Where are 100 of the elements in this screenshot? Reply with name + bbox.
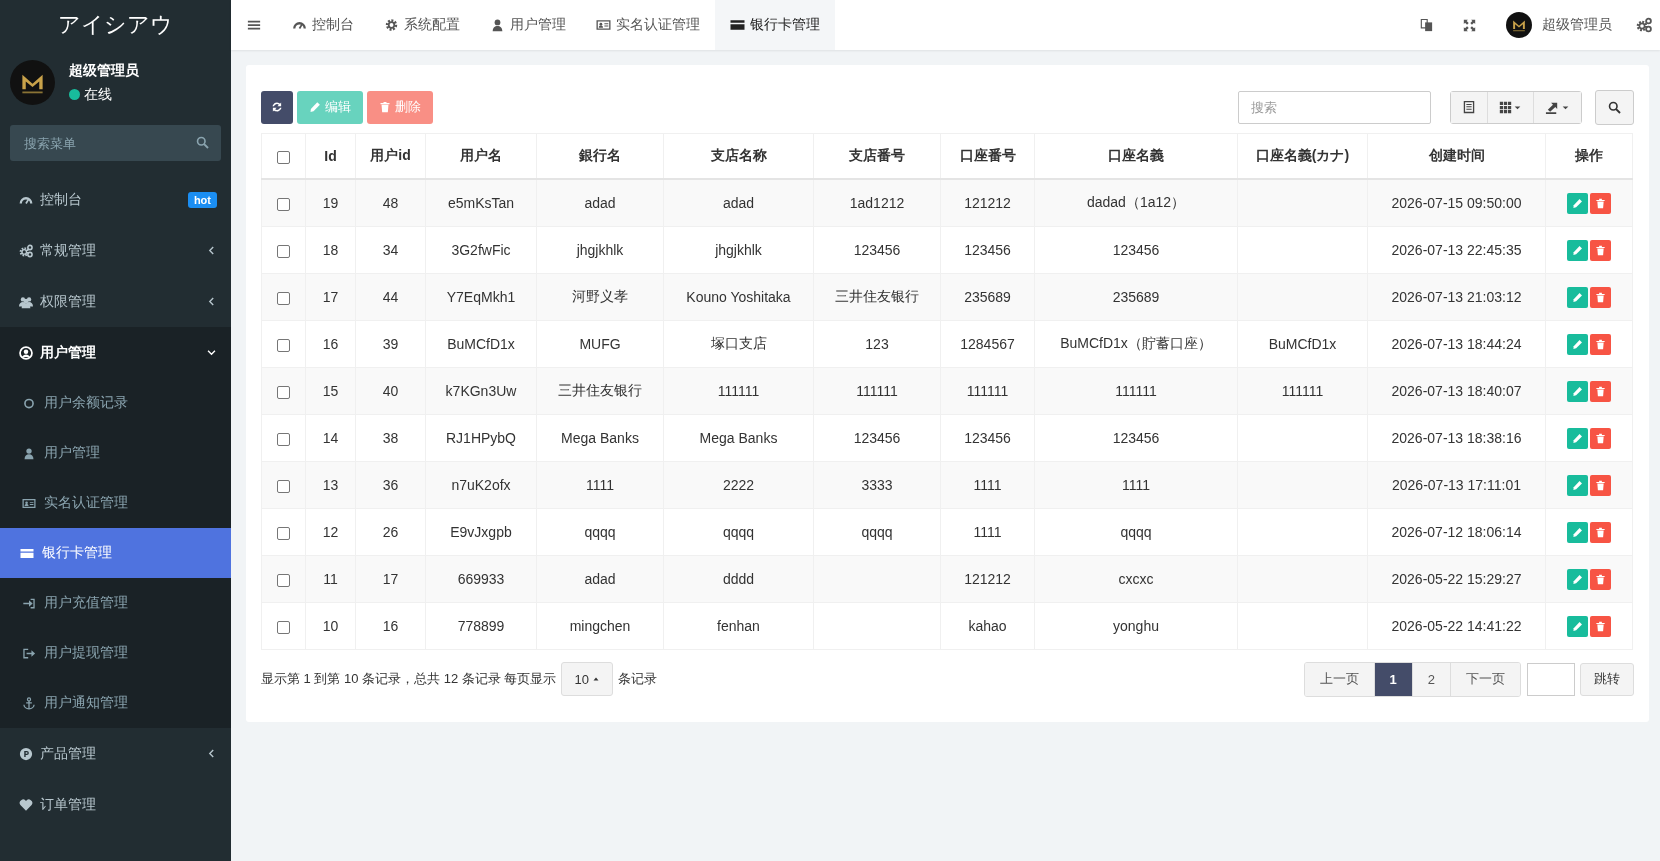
checkbox[interactable] xyxy=(277,338,290,352)
table-cell: Mega Banks xyxy=(663,414,814,462)
delete-button[interactable] xyxy=(1590,333,1611,355)
nav-tab[interactable]: 用户管理 xyxy=(475,0,581,50)
table-cell: 15 xyxy=(305,367,356,415)
edit-button[interactable] xyxy=(1567,427,1588,449)
jump-button[interactable]: 跳转 xyxy=(1580,662,1634,696)
chevron-icon xyxy=(206,347,217,358)
table-cell: jhgjkhlk xyxy=(536,226,664,274)
sidebar-item[interactable]: 常规管理 xyxy=(0,225,231,276)
edit-button[interactable] xyxy=(1567,521,1588,543)
table-cell: k7KGn3Uw xyxy=(425,367,537,415)
sidebar-subitem[interactable]: 用户充值管理 xyxy=(0,578,231,628)
nav-tab[interactable]: 控制台 xyxy=(277,0,369,50)
delete-button[interactable] xyxy=(1590,615,1611,637)
edit-button[interactable] xyxy=(1567,333,1588,355)
table-cell: adad xyxy=(663,179,814,227)
delete-button[interactable] xyxy=(1590,474,1611,496)
prev-page-button[interactable]: 上一页 xyxy=(1304,662,1374,696)
edit-button[interactable] xyxy=(1567,474,1588,496)
checkbox[interactable] xyxy=(277,432,290,446)
checkbox[interactable] xyxy=(277,291,290,305)
sidebar-subitem[interactable]: 实名认证管理 xyxy=(0,478,231,528)
checkbox[interactable] xyxy=(277,573,290,587)
sidebar-item[interactable]: 控制台 hot xyxy=(0,174,231,225)
delete-button[interactable] xyxy=(1590,192,1611,214)
sidebar-subitem[interactable]: 用户提现管理 xyxy=(0,628,231,678)
table-cell: 123456 xyxy=(940,414,1035,462)
table-cell: qqqq xyxy=(813,508,941,556)
user-status: 在线 xyxy=(84,85,112,104)
table-cell: 669933 xyxy=(425,555,537,603)
edit-button[interactable] xyxy=(1567,615,1588,637)
table-cell: 235689 xyxy=(940,273,1035,321)
gear-icon xyxy=(384,18,399,32)
nav-tab[interactable]: 银行卡管理 xyxy=(715,0,835,50)
pencil-icon xyxy=(1572,338,1583,350)
user-menu[interactable]: 超级管理员 xyxy=(1491,0,1632,50)
columns-button[interactable] xyxy=(1487,91,1533,123)
refresh-icon xyxy=(271,101,283,113)
edit-button[interactable] xyxy=(1567,380,1588,402)
table-cell: 3333 xyxy=(813,461,941,509)
table-cell: cxcxc xyxy=(1034,555,1238,603)
table-cell: 18 xyxy=(305,226,356,274)
table-cell: 17 xyxy=(305,273,356,321)
table-cell: 16 xyxy=(305,320,356,368)
record-summary-suffix: 条记录 xyxy=(617,670,657,688)
trash-icon xyxy=(1595,338,1606,350)
checkbox[interactable] xyxy=(277,526,290,540)
table-cell: Mega Banks xyxy=(536,414,664,462)
delete-button[interactable] xyxy=(1590,239,1611,261)
edit-button[interactable] xyxy=(1567,192,1588,214)
table-cell: 1111 xyxy=(536,461,664,509)
chevron-icon xyxy=(206,748,217,759)
sidebar-item[interactable]: 产品管理 xyxy=(0,728,231,779)
table-cell: dddd xyxy=(663,555,814,603)
delete-button[interactable] xyxy=(1590,568,1611,590)
sidebar-subitem[interactable]: 用户余额记录 xyxy=(0,378,231,428)
table-cell: 26 xyxy=(355,508,426,556)
nav-tab[interactable]: 实名认证管理 xyxy=(581,0,715,50)
sidebar-subitem[interactable]: 用户管理 xyxy=(0,428,231,478)
delete-button[interactable] xyxy=(1590,427,1611,449)
export-button[interactable] xyxy=(1533,91,1581,123)
sidebar-item[interactable]: 订单管理 xyxy=(0,779,231,830)
toggle-view-button[interactable] xyxy=(1451,91,1487,123)
nav-tab[interactable]: 系统配置 xyxy=(369,0,475,50)
checkbox[interactable] xyxy=(277,244,290,258)
edit-button[interactable] xyxy=(1567,239,1588,261)
delete-button[interactable] xyxy=(1590,521,1611,543)
page-number-field[interactable] xyxy=(1527,662,1575,696)
next-page-button[interactable]: 下一页 xyxy=(1450,662,1520,696)
search-field[interactable]: 搜索菜单 xyxy=(10,125,221,161)
expand-icon xyxy=(1463,18,1476,32)
app-title: アイシアウ xyxy=(57,11,174,39)
id-card-icon xyxy=(596,18,611,32)
edit-button[interactable] xyxy=(1567,286,1588,308)
page-size-select[interactable]: 10 xyxy=(561,662,613,696)
search-field[interactable]: 搜索 xyxy=(1238,90,1431,124)
checkbox[interactable] xyxy=(277,479,290,493)
sidebar-subitem[interactable]: 用户通知管理 xyxy=(0,678,231,728)
menu-badge: hot xyxy=(187,191,217,208)
table-cell: 2026-07-15 09:50:00 xyxy=(1367,179,1546,227)
sidebar-item[interactable]: 权限管理 xyxy=(0,276,231,327)
table-cell: Kouno Yoshitaka xyxy=(663,273,814,321)
checkbox[interactable] xyxy=(277,620,290,634)
delete-button[interactable] xyxy=(1590,380,1611,402)
table-cell: 44 xyxy=(355,273,426,321)
refresh-button[interactable] xyxy=(261,90,293,124)
delete-button[interactable] xyxy=(1590,286,1611,308)
user-icon xyxy=(490,18,505,32)
checkbox[interactable] xyxy=(277,150,290,164)
sidebar-item[interactable]: 用户管理 xyxy=(0,327,231,378)
page-button[interactable]: 2 xyxy=(1411,662,1450,696)
search-button[interactable] xyxy=(1595,89,1634,125)
table-cell: MUFG xyxy=(536,320,664,368)
sidebar-subitem[interactable]: 银行卡管理 xyxy=(0,528,231,578)
checkbox[interactable] xyxy=(277,197,290,211)
page-button[interactable]: 1 xyxy=(1373,662,1412,696)
checkbox[interactable] xyxy=(277,385,290,399)
edit-button[interactable] xyxy=(1567,568,1588,590)
table-cell: 12 xyxy=(305,508,356,556)
